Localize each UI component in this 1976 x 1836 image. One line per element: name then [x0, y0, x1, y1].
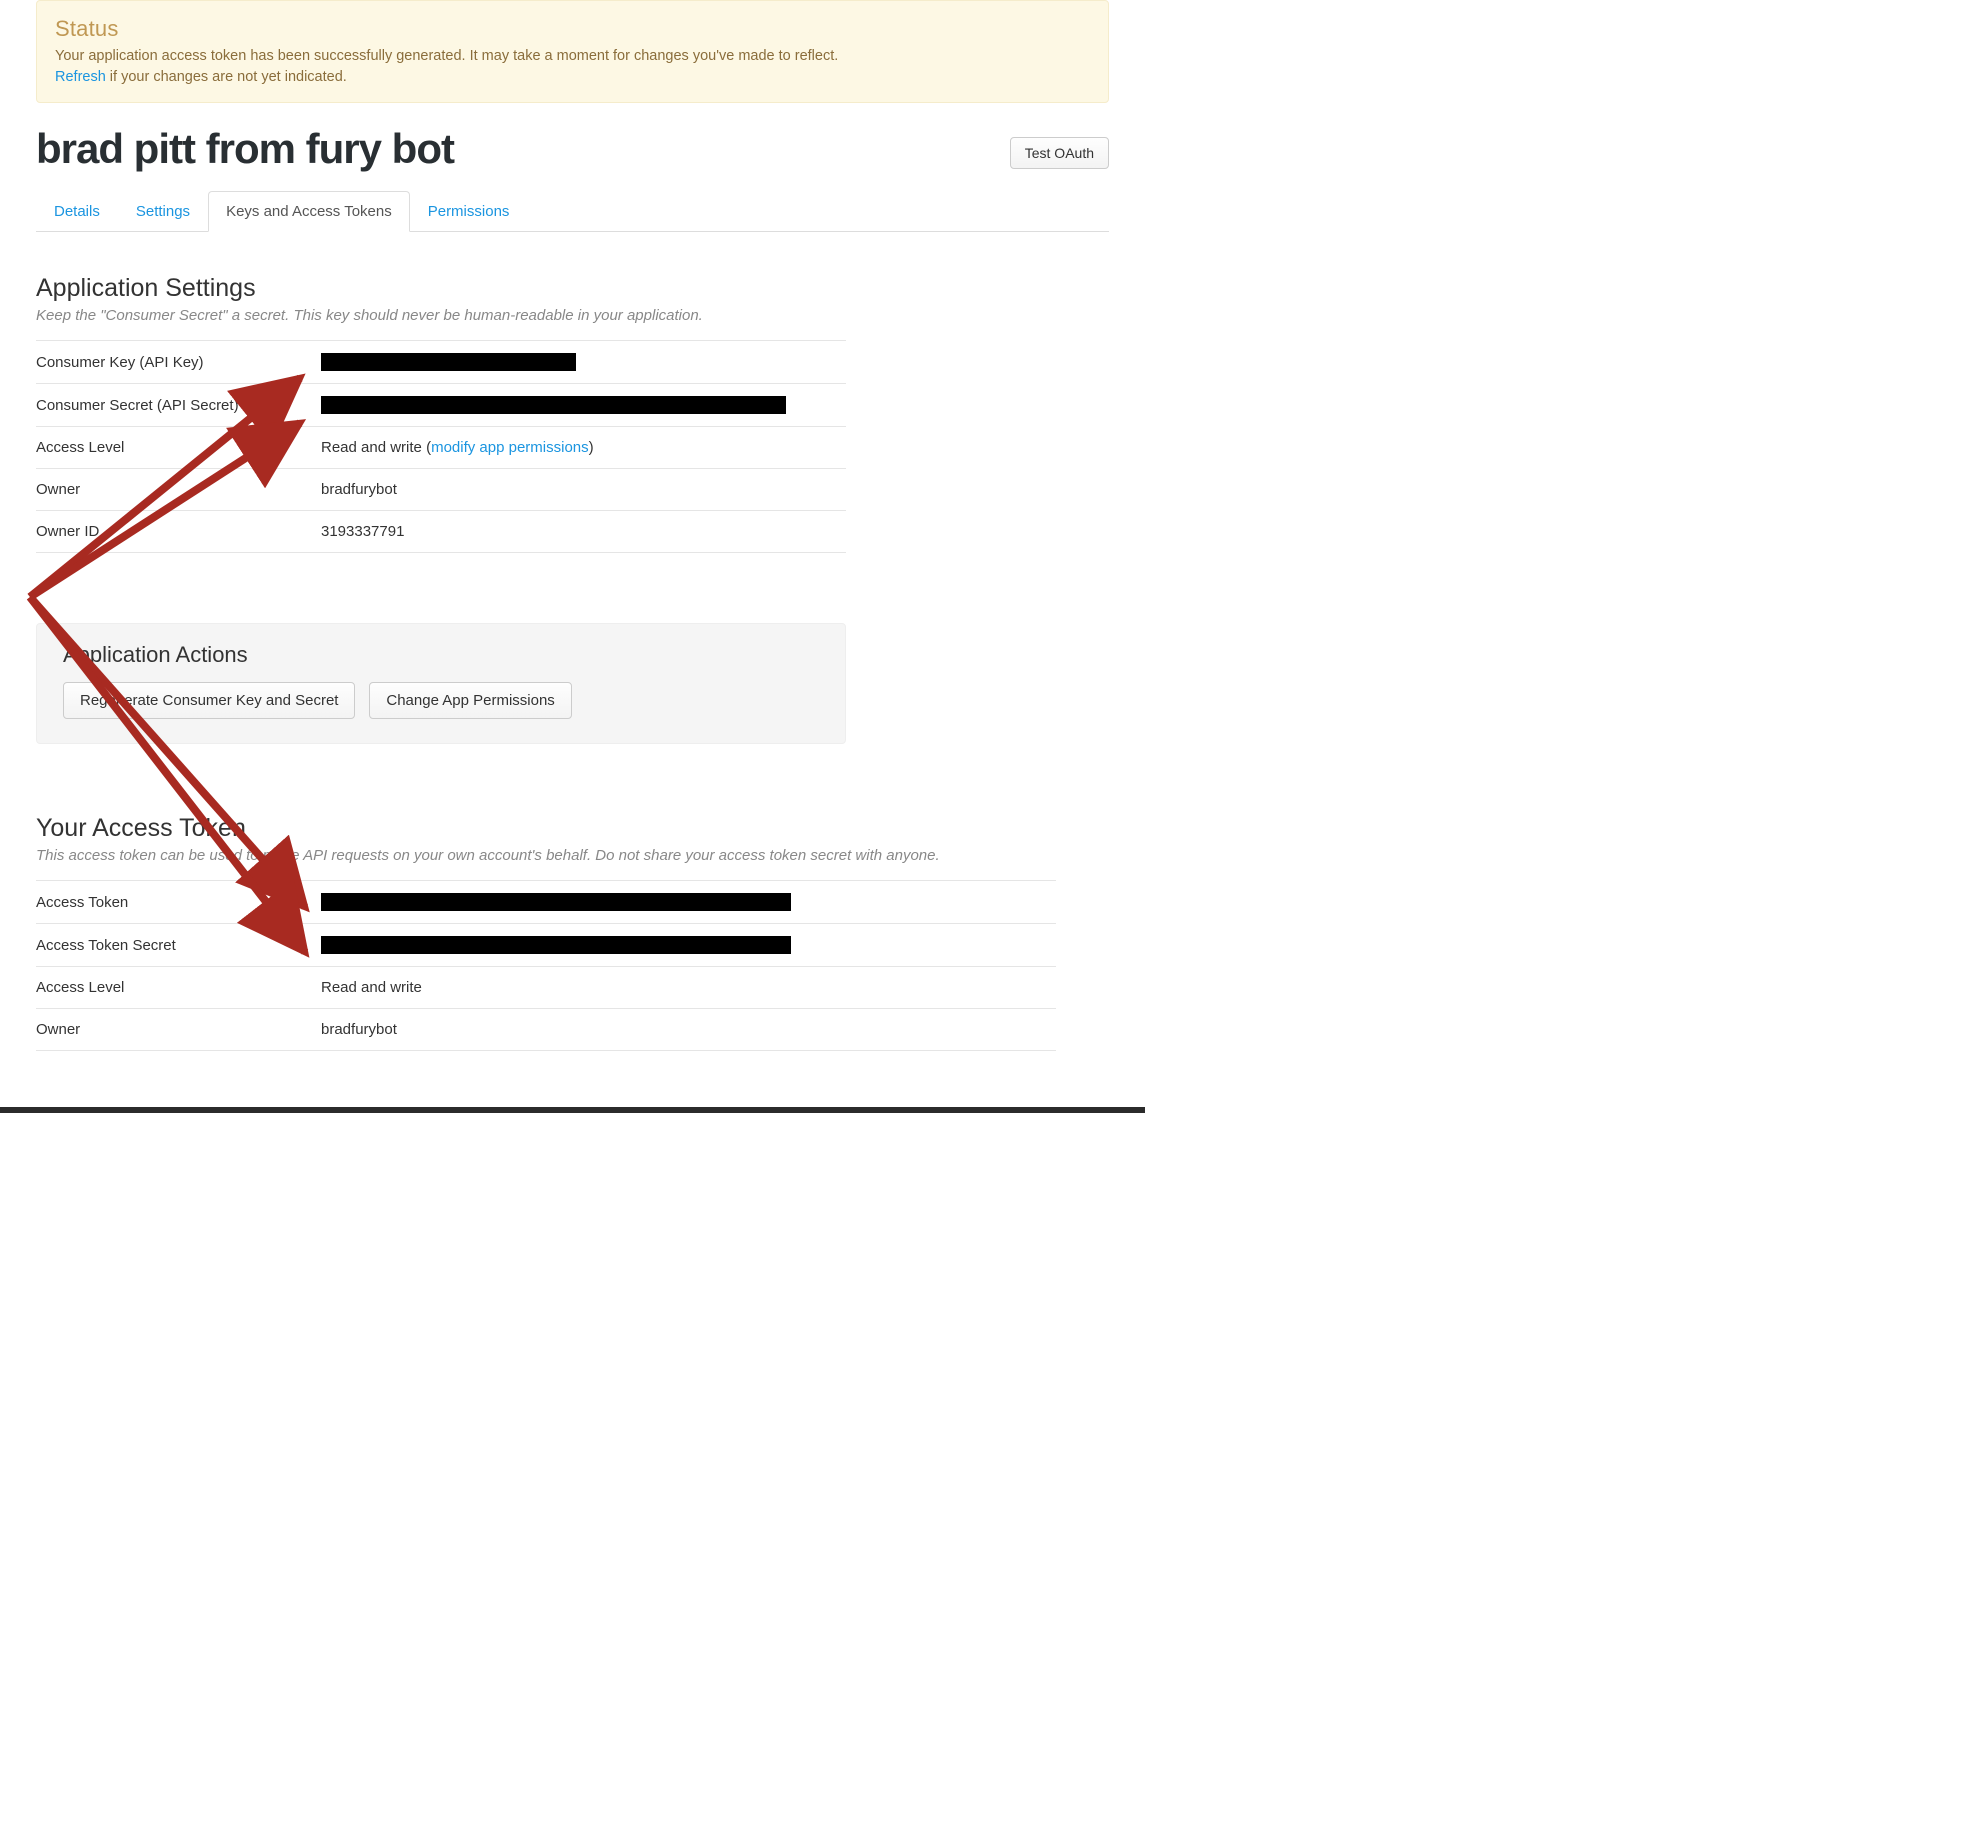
owner-id-label: Owner ID [36, 511, 321, 553]
row-owner-id: Owner ID 3193337791 [36, 511, 846, 553]
bottom-bar [0, 1107, 1145, 1113]
tab-settings: Settings [118, 191, 208, 232]
tab-settings-link[interactable]: Settings [118, 191, 208, 232]
change-permissions-button[interactable]: Change App Permissions [369, 682, 571, 719]
owner-value: bradfurybot [321, 469, 846, 511]
access-token-table: Access Token Access Token Secret Access … [36, 880, 1056, 1051]
token-owner-label: Owner [36, 1009, 321, 1051]
tab-keys-tokens: Keys and Access Tokens [208, 191, 410, 232]
tab-permissions-link[interactable]: Permissions [410, 191, 528, 232]
row-owner: Owner bradfurybot [36, 469, 846, 511]
alert-suffix: if your changes are not yet indicated. [106, 69, 347, 85]
row-access-level: Access Level Read and write (modify app … [36, 427, 846, 469]
app-settings-table: Consumer Key (API Key) Consumer Secret (… [36, 340, 846, 553]
owner-label: Owner [36, 469, 321, 511]
regenerate-key-button[interactable]: Regenerate Consumer Key and Secret [63, 682, 355, 719]
token-access-level-label: Access Level [36, 967, 321, 1009]
access-token-subtitle: This access token can be used to make AP… [36, 847, 1109, 864]
consumer-key-label: Consumer Key (API Key) [36, 341, 321, 384]
alert-text: Your application access token has been s… [55, 48, 838, 64]
access-token-value-redacted [321, 893, 791, 911]
modify-permissions-link[interactable]: modify app permissions [431, 439, 589, 456]
access-token-secret-label: Access Token Secret [36, 924, 321, 967]
refresh-link[interactable]: Refresh [55, 69, 106, 85]
status-alert: Status Your application access token has… [36, 0, 1109, 103]
owner-id-value: 3193337791 [321, 511, 846, 553]
tab-keys-tokens-link[interactable]: Keys and Access Tokens [208, 191, 410, 232]
access-token-title: Your Access Token [36, 814, 1109, 843]
app-actions-title: Application Actions [63, 642, 819, 668]
row-token-owner: Owner bradfurybot [36, 1009, 1056, 1051]
row-access-token: Access Token [36, 881, 1056, 924]
app-title: brad pitt from fury bot [36, 125, 454, 173]
access-token-label: Access Token [36, 881, 321, 924]
row-access-token-secret: Access Token Secret [36, 924, 1056, 967]
token-access-level-value: Read and write [321, 967, 1056, 1009]
row-token-access-level: Access Level Read and write [36, 967, 1056, 1009]
tabs: Details Settings Keys and Access Tokens … [36, 191, 1109, 232]
access-token-secret-value-redacted [321, 936, 791, 954]
row-consumer-key: Consumer Key (API Key) [36, 341, 846, 384]
consumer-key-value-redacted [321, 353, 576, 371]
alert-body: Your application access token has been s… [55, 46, 1090, 88]
tab-permissions: Permissions [410, 191, 528, 232]
row-consumer-secret: Consumer Secret (API Secret) [36, 384, 846, 427]
app-settings-title: Application Settings [36, 274, 1109, 303]
tab-details-link[interactable]: Details [36, 191, 118, 232]
app-actions-panel: Application Actions Regenerate Consumer … [36, 623, 846, 744]
access-level-value: Read and write [321, 439, 422, 456]
consumer-secret-value-redacted [321, 396, 786, 414]
tab-details: Details [36, 191, 118, 232]
consumer-secret-label: Consumer Secret (API Secret) [36, 384, 321, 427]
token-owner-value: bradfurybot [321, 1009, 1056, 1051]
alert-title: Status [55, 16, 1090, 42]
test-oauth-button[interactable]: Test OAuth [1010, 137, 1109, 169]
access-level-label: Access Level [36, 427, 321, 469]
app-settings-subtitle: Keep the "Consumer Secret" a secret. Thi… [36, 307, 1109, 324]
